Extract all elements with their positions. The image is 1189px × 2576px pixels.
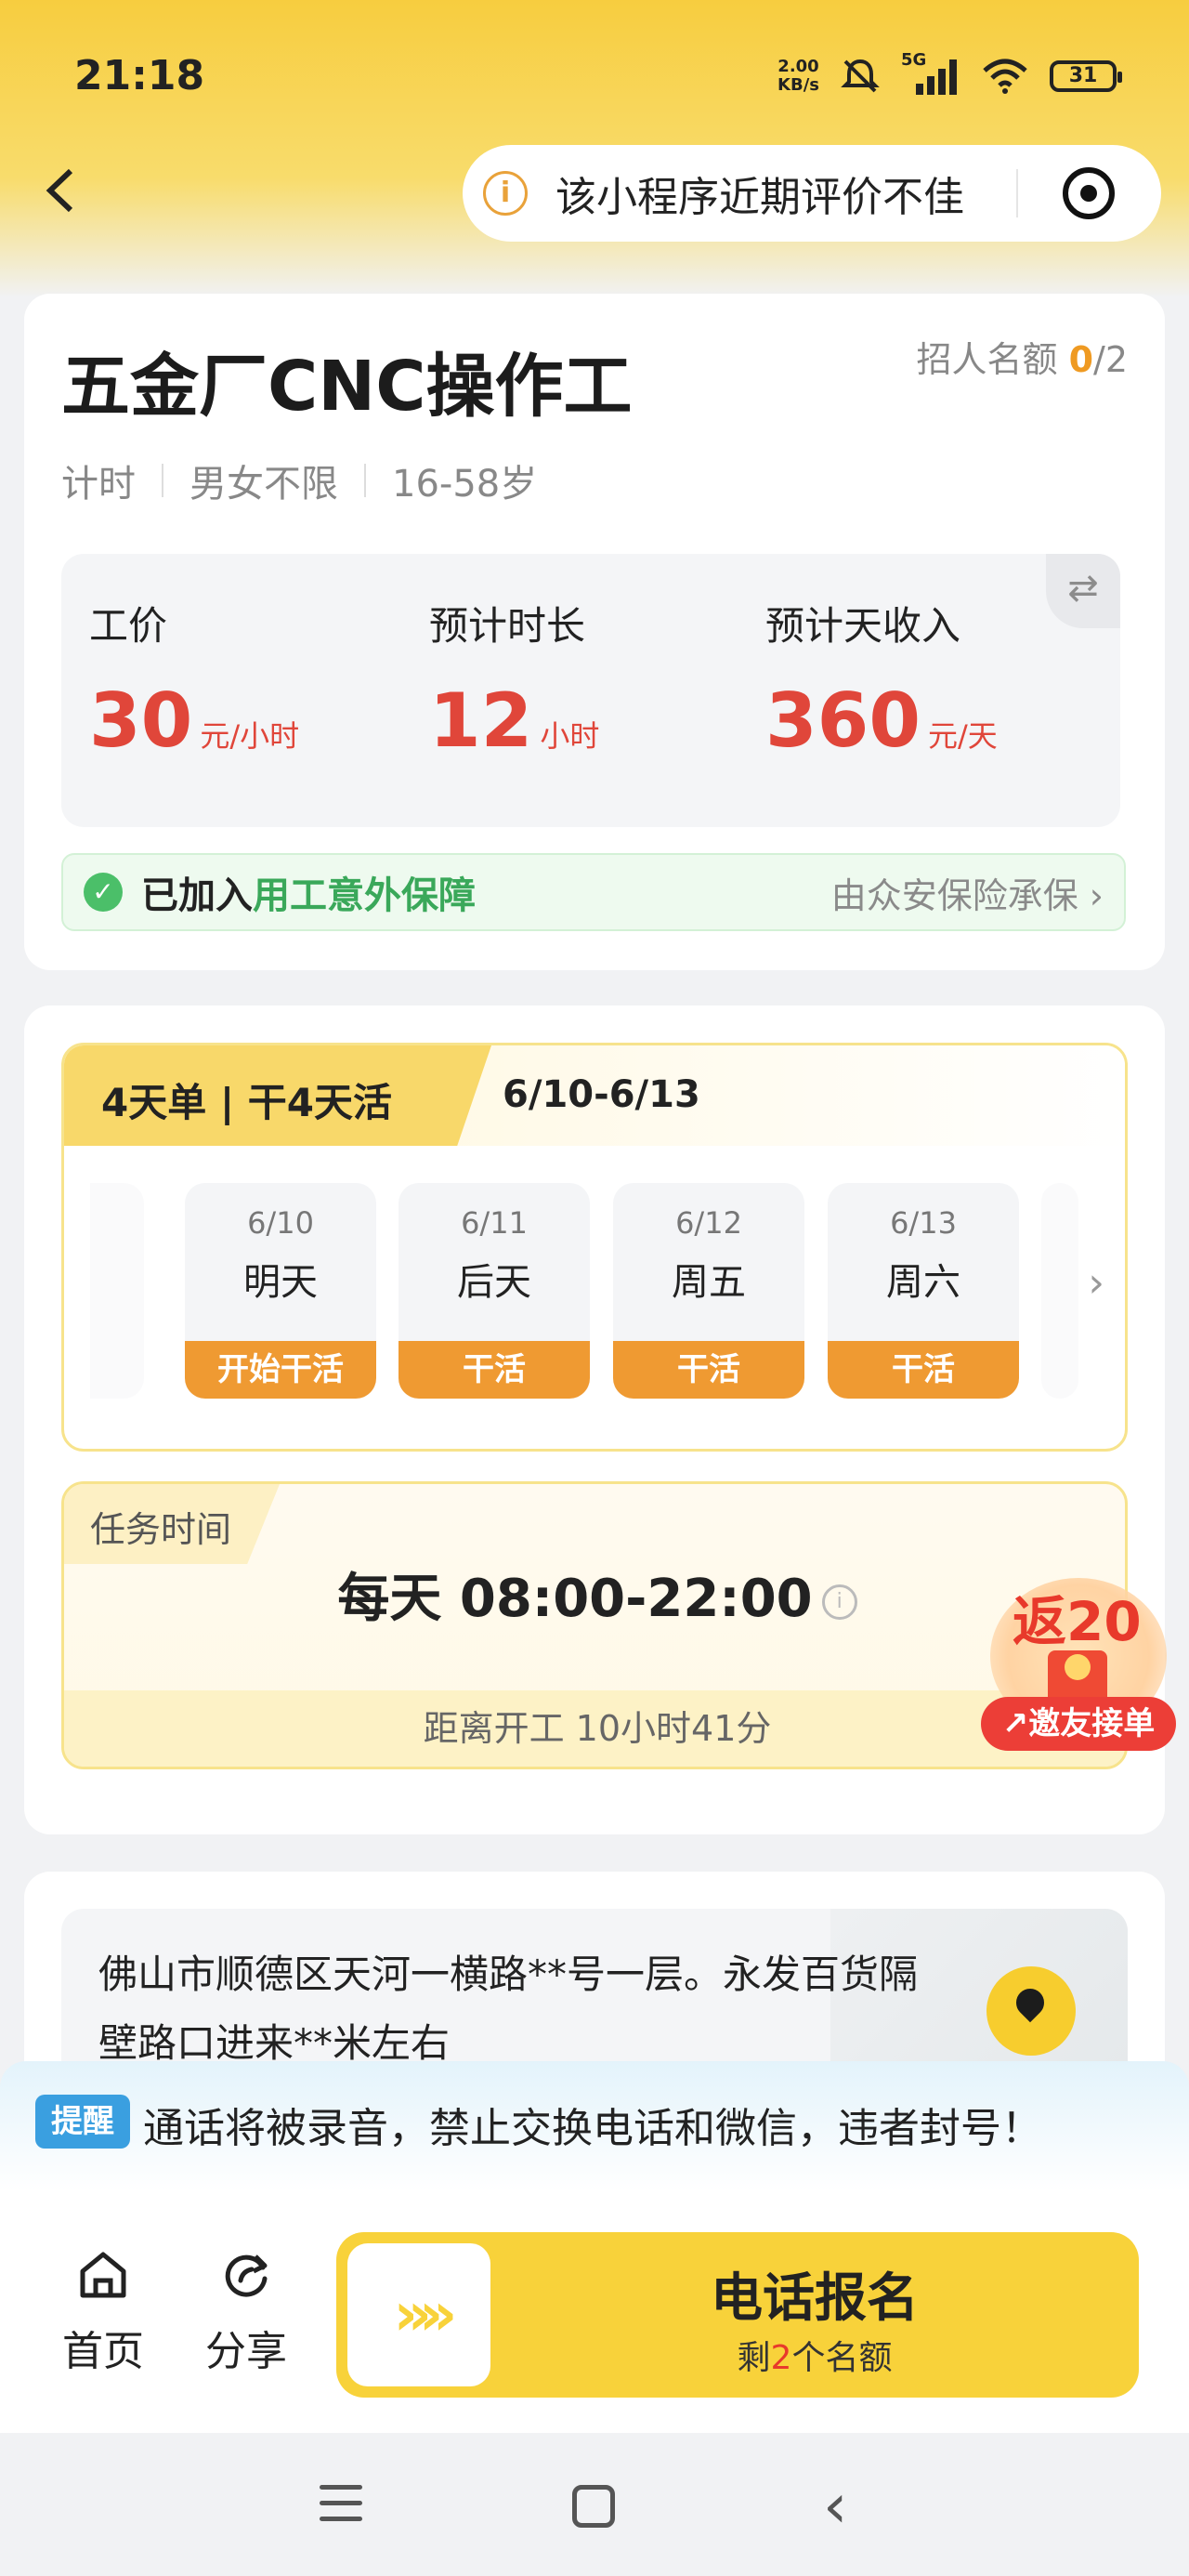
system-navigation: ‹ — [0, 2433, 1189, 2576]
back-triangle-icon[interactable]: ‹ — [823, 2470, 847, 2542]
invite-button[interactable]: ↗邀友接单 — [981, 1697, 1176, 1751]
coin-icon — [1065, 1654, 1091, 1680]
pay-rate: 工价 30 元/小时 — [89, 603, 300, 764]
schedule-header: 4天单 | 干4天活 6/10-6/13 — [64, 1045, 1125, 1146]
status-bar: 21:18 2.00 KB/s 5G 31 — [0, 0, 1189, 149]
tag-pay-type: 计时 — [61, 463, 136, 506]
pay-summary: ⇄ 工价 30 元/小时 预计时长 12 小时 预计天收入 360 元/天 — [61, 554, 1120, 827]
chevron-left-icon — [46, 168, 73, 213]
home-square-icon[interactable] — [572, 2485, 615, 2528]
schedule-tab: 4天单 | 干4天活 — [64, 1045, 491, 1146]
phone-signup-button[interactable]: »» 电话报名 剩2个名额 — [336, 2232, 1139, 2398]
day-item[interactable]: 6/13 周六 干活 — [828, 1183, 1019, 1399]
double-arrow-icon: »» — [347, 2243, 490, 2386]
mini-program-notice[interactable]: i 该小程序近期评价不佳 — [463, 145, 1161, 242]
info-icon: i — [483, 171, 528, 216]
battery-icon: 31 — [1050, 60, 1122, 92]
task-time: 每天 08:00-22:00 i — [64, 1557, 1125, 1632]
bottom-action-bar: 首页 分享 »» 电话报名 剩2个名额 — [0, 2191, 1189, 2433]
net-speed: 2.00 KB/s — [777, 57, 819, 95]
clock: 21:18 — [74, 52, 205, 99]
notice-text: 该小程序近期评价不佳 — [555, 174, 964, 221]
divider — [364, 464, 366, 497]
pay-hours: 预计时长 12 小时 — [429, 603, 600, 764]
job-title: 五金厂CNC操作工 — [61, 347, 633, 427]
insurance-banner[interactable]: ✓ 已加入 用工意外保障 由众安保险承保 › — [61, 853, 1126, 931]
signal-icon: 5G — [901, 50, 960, 95]
home-button[interactable]: 首页 — [52, 2241, 154, 2377]
day-item[interactable]: 6/12 周五 干活 — [613, 1183, 804, 1399]
info-icon[interactable]: i — [821, 1584, 857, 1620]
swap-icon[interactable]: ⇄ — [1046, 554, 1120, 628]
reminder-badge: 提醒 — [35, 2095, 130, 2149]
share-icon — [225, 2254, 268, 2297]
status-icons: 2.00 KB/s 5G 31 — [777, 50, 1122, 97]
back-button[interactable] — [37, 158, 93, 232]
day-item[interactable]: 6/10 明天 开始干活 — [185, 1183, 376, 1399]
job-tags: 计时 男女不限 16-58岁 — [61, 453, 537, 507]
menu-icon[interactable] — [320, 2485, 362, 2522]
reminder-text: 通话将被录音，禁止交换电话和微信，违者封号！ — [143, 2105, 1042, 2152]
task-tab: 任务时间 — [64, 1484, 280, 1564]
schedule-box: 4天单 | 干4天活 6/10-6/13 /9 天 6/10 明天 开始干活 6… — [61, 1043, 1128, 1452]
chevron-right-icon[interactable]: › — [1088, 1259, 1104, 1307]
day-item[interactable]: 6/11 后天 干活 — [399, 1183, 590, 1399]
schedule-range: 6/10-6/13 — [503, 1073, 700, 1116]
job-info-card: 五金厂CNC操作工 招人名额 0/2 计时 男女不限 16-58岁 ⇄ 工价 3… — [24, 294, 1165, 970]
day-item[interactable] — [1041, 1183, 1078, 1399]
quota: 招人名额 0/2 — [916, 339, 1128, 380]
address-text: 佛山市顺德区天河一横路**号一层。永发百货隔壁路口进来**米左右 — [98, 1952, 919, 2066]
invite-red-packet[interactable]: 返20 ↗邀友接单 — [981, 1578, 1176, 1753]
tag-age: 16-58岁 — [392, 463, 538, 506]
pay-daily: 预计天收入 360 元/天 — [765, 603, 998, 764]
check-shield-icon: ✓ — [84, 873, 123, 912]
divider — [1016, 169, 1018, 217]
share-button[interactable]: 分享 — [195, 2241, 297, 2377]
target-icon[interactable] — [1063, 167, 1115, 219]
mute-icon — [841, 59, 880, 93]
day-item[interactable]: /9 天 — [90, 1183, 144, 1399]
day-list: /9 天 6/10 明天 开始干活 6/11 后天 干活 6/12 周五 干活 … — [90, 1183, 1093, 1402]
divider — [162, 464, 163, 497]
call-reminder: 提醒 通话将被录音，禁止交换电话和微信，违者封号！ — [0, 2061, 1189, 2191]
wifi-icon — [983, 59, 1027, 94]
task-time-box: 任务时间 每天 08:00-22:00 i 距离开工 10小时41分 — [61, 1481, 1128, 1769]
insurance-provider: 由众安保险承保 › — [830, 874, 1104, 916]
start-countdown: 距离开工 10小时41分 — [64, 1690, 1125, 1767]
home-icon — [80, 2252, 126, 2298]
remaining-quota: 剩2个名额 — [737, 2339, 893, 2377]
tag-gender: 男女不限 — [189, 463, 338, 506]
location-pin-icon[interactable] — [986, 1966, 1076, 2056]
